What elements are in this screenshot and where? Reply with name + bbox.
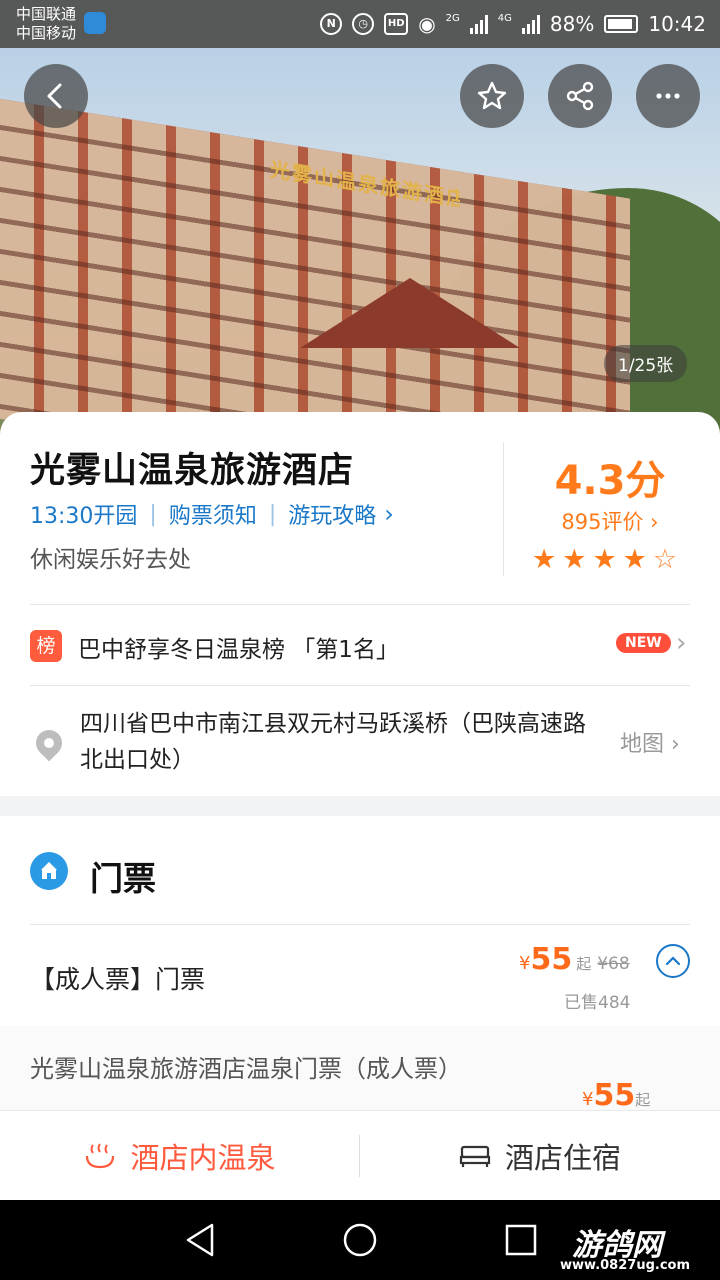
quick-links: 13:30开园 | 购票须知 | 游玩攻略 › [30,498,394,530]
star-filled-icon: ★ [622,544,647,575]
status-bar: 中国联通 中国移动 N ◷ HD ◉ 2G 4G 88% 10:42 [0,0,720,48]
carrier-1: 中国联通 [16,5,77,23]
back-button[interactable] [24,64,88,128]
ticket-notice-link[interactable]: 购票须知 [169,498,257,530]
chevron-right-icon: › [676,628,687,658]
price-value: 55 [530,942,573,977]
nav-back-icon[interactable] [184,1222,216,1258]
sub-price-value: 55 [593,1078,636,1113]
star-filled-icon: ★ [592,544,617,575]
watermark-url: www.0827ug.com [560,1258,690,1273]
address-text[interactable]: 四川省巴中市南江县双元村马跃溪桥（巴陕高速路北出口处） [80,706,600,778]
slogan: 休闲娱乐好去处 [30,547,191,573]
photo-building-floors [0,97,630,448]
bed-icon [459,1145,491,1167]
network-2g-label: 2G [445,12,460,24]
ranking-text[interactable]: 巴中舒享冬日温泉榜 「第1名」 [78,630,399,664]
link-divider: | [268,501,277,527]
rating-score: 4.3分 [554,458,666,504]
sub-ticket-price: ¥55起 [582,1078,650,1113]
bottom-tab-bar: 酒店内温泉 酒店住宿 [0,1110,720,1200]
tab-label-hotel-stay: 酒店住宿 [504,1140,621,1175]
link-divider: | [149,501,157,527]
eye-comfort-icon: ◉ [418,12,436,36]
hotel-photo[interactable]: 光雾山温泉旅游酒店 [0,48,720,448]
map-link[interactable]: 地图 › [620,726,680,758]
nfc-icon: N [320,13,343,35]
signal-icon [469,14,488,34]
ticket-section-icon [30,852,68,890]
sub-price-from-label: 起 [635,1091,651,1109]
network-4g-label: 4G [497,12,512,24]
battery-icon [604,15,639,33]
price-from-label: 起 [576,955,592,973]
ticket-price: ¥55 起 ¥68 [519,942,630,977]
sub-ticket-name: 光雾山温泉旅游酒店温泉门票（成人票） [30,1055,462,1083]
back-icon [47,83,62,109]
tab-label-hot-spring: 酒店内温泉 [130,1140,276,1175]
divider [30,685,690,686]
security-shield-icon [84,12,106,34]
status-icons: N ◷ HD ◉ 2G 4G 88% 10:42 [320,10,706,38]
clock: 10:42 [648,12,706,36]
collapse-button[interactable] [656,944,690,978]
favorite-button[interactable] [460,64,524,128]
sold-count: 已售484 [564,993,631,1013]
tab-hotel-hot-spring[interactable]: 酒店内温泉 [0,1111,360,1200]
tickets-section: 门票 【成人票】门票 ¥55 起 ¥68 已售484 [0,816,720,1026]
rating-stars: ★ ★ ★ ★ ☆ [532,546,677,574]
chevron-right-icon: › [384,500,394,528]
nav-recents-icon[interactable] [504,1222,538,1258]
rank-tag-icon: 榜 [30,630,62,662]
signal-icon-2 [521,14,540,34]
review-count-link[interactable]: 895评价 › [504,506,716,536]
carrier-info: 中国联通 中国移动 [16,5,76,43]
hd-icon: HD [384,13,409,35]
open-time-link[interactable]: 13:30开园 [30,498,137,530]
divider [30,604,690,605]
tab-hotel-stay[interactable]: 酒店住宿 [360,1111,720,1200]
guide-link[interactable]: 游玩攻略 [288,498,376,530]
attraction-title: 光雾山温泉旅游酒店 [30,451,355,491]
divider [30,924,690,925]
nav-home-icon[interactable] [342,1222,378,1258]
star-filled-icon: ★ [562,544,587,575]
star-filled-icon: ★ [532,544,557,575]
star-icon [477,81,507,110]
tickets-title: 门票 [90,859,156,898]
ticket-name[interactable]: 【成人票】门票 [30,960,205,996]
info-card: 光雾山温泉旅游酒店 13:30开园 | 购票须知 | 游玩攻略 › 休闲娱乐好去… [0,412,720,796]
currency-symbol: ¥ [519,953,531,974]
location-pin-icon [30,724,68,762]
star-empty-icon: ☆ [652,544,678,575]
currency-symbol: ¥ [582,1089,594,1110]
chevron-up-icon [665,956,681,966]
more-button[interactable] [636,64,700,128]
original-price: ¥68 [597,954,630,974]
carrier-2: 中国移动 [16,24,77,42]
share-button[interactable] [548,64,612,128]
sub-ticket-item[interactable]: 光雾山温泉旅游酒店温泉门票（成人票） ¥55起 [0,1026,720,1116]
tab-divider [359,1135,360,1177]
new-badge: NEW [616,633,671,653]
alarm-icon: ◷ [352,13,375,35]
hot-spring-icon [86,1142,115,1168]
battery-percent: 88% [549,12,595,36]
share-icon [566,81,594,111]
photo-counter[interactable]: 1/25张 [604,345,688,382]
more-icon [656,93,680,99]
